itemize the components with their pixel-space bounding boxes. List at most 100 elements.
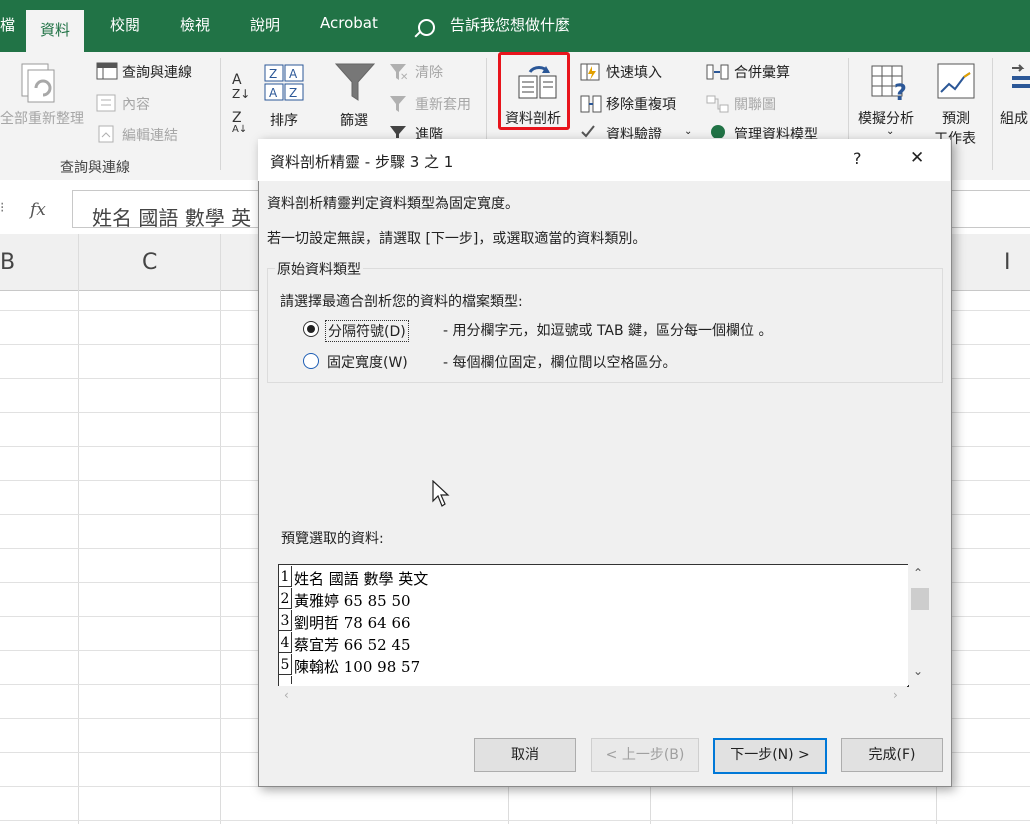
svg-text:A↓: A↓ [232,124,247,132]
column-header-b[interactable]: B [0,250,15,275]
scroll-thumb[interactable] [911,588,929,610]
refresh-all-icon [21,63,55,103]
preview-row: 黃雅婷 65 85 50 [294,592,411,610]
next-button[interactable]: 下一步(N) > [713,738,827,774]
svg-text:A: A [289,67,298,81]
edit-links-icon [98,125,114,143]
properties-icon [96,94,116,112]
consolidate-button[interactable]: 合併彙算 [734,62,790,82]
preview-horizontal-scrollbar[interactable] [278,686,907,706]
tell-me-box[interactable]: 告訴我您想做什麼 [450,14,570,35]
preview-row: 蔡宜芳 66 52 45 [294,636,411,654]
svg-text:Z↓: Z↓ [232,87,250,101]
grid-line [78,234,79,824]
preview-label: 預覽選取的資料: [281,531,384,547]
search-icon[interactable] [418,19,435,36]
sort-button[interactable]: 排序 [270,110,298,130]
what-if-icon: ? [871,65,907,102]
formula-bar-dots: ⁝ [0,200,5,216]
ribbon-separator [220,58,221,170]
consolidate-icon [706,64,729,80]
option-fixed-width-desc: - 每個欄位固定，欄位間以空格區分。 [443,355,677,371]
reapply-icon [390,96,406,112]
tab-partial[interactable]: 檔 [0,14,15,35]
preview-row: 陳翰松 100 98 57 [294,658,421,676]
formula-content: 姓名 國語 數學 英 [92,206,252,230]
highlight-box [498,52,570,130]
sort-icon: Z A A Z [264,64,304,101]
group-button[interactable]: 組成 [1000,108,1028,128]
group-title: 原始資料類型 [275,259,363,279]
what-if-button[interactable]: 模擬分析 [858,108,914,128]
ribbon-separator [992,58,993,170]
radio-fixed-width[interactable] [303,353,319,369]
finish-button[interactable]: 完成(F) [841,738,943,772]
edit-links-button[interactable]: 編輯連結 [122,125,178,145]
preview-row-number: 4 [279,632,292,653]
radio-delimited[interactable] [303,321,319,337]
filter-icon [334,63,376,101]
advanced-icon [390,126,406,138]
scroll-down-icon[interactable]: ⌄ [913,664,923,678]
group-icon [1012,64,1030,88]
scroll-left-icon[interactable]: ‹ [284,688,289,702]
flash-fill-button[interactable]: 快速填入 [606,62,662,82]
svg-text:A: A [232,72,242,88]
mouse-cursor-icon [432,480,450,507]
tab-help[interactable]: 說明 [250,14,280,35]
grid-line [220,234,221,824]
cancel-button[interactable]: 取消 [474,738,576,772]
dialog-title: 資料剖析精靈 - 步驟 3 之 1 [270,153,454,171]
svg-text:✕: ✕ [400,72,408,82]
fx-icon[interactable]: fx [30,200,46,220]
chevron-down-icon[interactable]: ⌄ [886,126,894,137]
close-icon[interactable]: ✕ [910,148,924,168]
refresh-all-button[interactable]: 全部重新整理 [0,108,84,128]
svg-text:Z: Z [269,67,277,81]
column-header-i[interactable]: I [1004,250,1011,275]
svg-text:?: ? [894,81,907,102]
dialog-message-1: 資料剖析精靈判定資料類型為固定寬度。 [267,196,519,212]
option-delimited-label[interactable]: 分隔符號(D) [325,320,409,342]
group-prompt: 請選擇最適合剖析您的資料的檔案類型: [280,294,523,310]
relationships-button[interactable]: 關聯圖 [734,94,776,114]
preview-row-number [279,676,292,684]
option-fixed-width-label[interactable]: 固定寬度(W) [327,352,408,372]
help-button[interactable]: ? [853,149,862,168]
remove-duplicates-button[interactable]: 移除重複項 [606,94,676,114]
queries-icon [96,62,118,80]
forecast-icon [937,63,975,99]
clear-filter-icon: ✕ [390,64,408,82]
preview-row-number: 3 [279,610,292,631]
flash-fill-icon [580,63,600,81]
preview-row-number: 1 [279,566,292,587]
tab-acrobat[interactable]: Acrobat [320,14,378,32]
tab-data[interactable]: 資料 [26,10,85,52]
scroll-up-icon[interactable]: ⌃ [913,566,923,580]
back-button[interactable]: < 上一步(B) [591,738,699,772]
group-label-queries: 查詢與連線 [60,160,130,176]
preview-row: 劉明哲 78 64 66 [294,614,411,632]
queries-connections-button[interactable]: 查詢與連線 [122,62,192,82]
scroll-right-icon[interactable]: › [893,688,898,702]
option-delimited-desc: - 用分欄字元，如逗號或 TAB 鍵，區分每一個欄位 。 [443,323,773,339]
preview-row: 姓名 國語 數學 英文 [294,570,429,588]
grid-row-line [0,820,1030,821]
svg-text:A: A [269,86,278,100]
preview-row-number: 2 [279,588,292,609]
dialog-message-2: 若一切設定無誤，請選取 [下一步]，或選取適當的資料類別。 [267,231,647,247]
filter-button[interactable]: 篩選 [340,110,368,130]
remove-duplicates-icon [580,95,602,113]
tab-view[interactable]: 檢視 [180,14,210,35]
data-validation-icon [581,125,595,138]
properties-button[interactable]: 內容 [122,94,150,114]
chevron-down-icon[interactable]: ⌄ [684,126,692,137]
forecast-label-1[interactable]: 預測 [942,108,970,128]
relationships-icon [706,95,729,113]
tab-review[interactable]: 校閱 [110,14,140,35]
reapply-button[interactable]: 重新套用 [415,94,471,114]
svg-text:Z: Z [289,86,297,100]
sort-az-icon[interactable]: A Z↓ Z A↓ [230,68,252,132]
column-header-c[interactable]: C [142,250,157,275]
clear-button[interactable]: 清除 [415,62,443,82]
